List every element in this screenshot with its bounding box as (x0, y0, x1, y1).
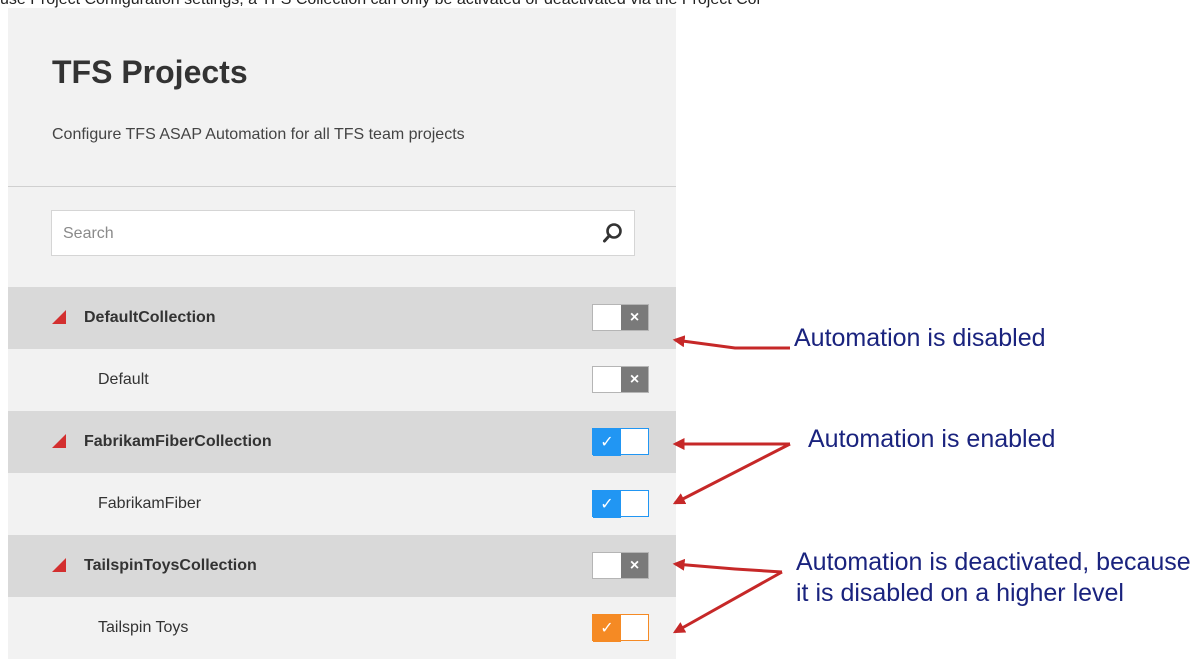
annotation-enabled: Automation is enabled (808, 425, 1056, 453)
arrow-enabled (672, 438, 791, 505)
arrow-deactivated (672, 558, 783, 634)
annotation-deactivated: Automation is deactivated, because it is… (796, 548, 1191, 607)
annotation-disabled: Automation is disabled (794, 324, 1046, 352)
arrow-disabled (672, 335, 790, 350)
